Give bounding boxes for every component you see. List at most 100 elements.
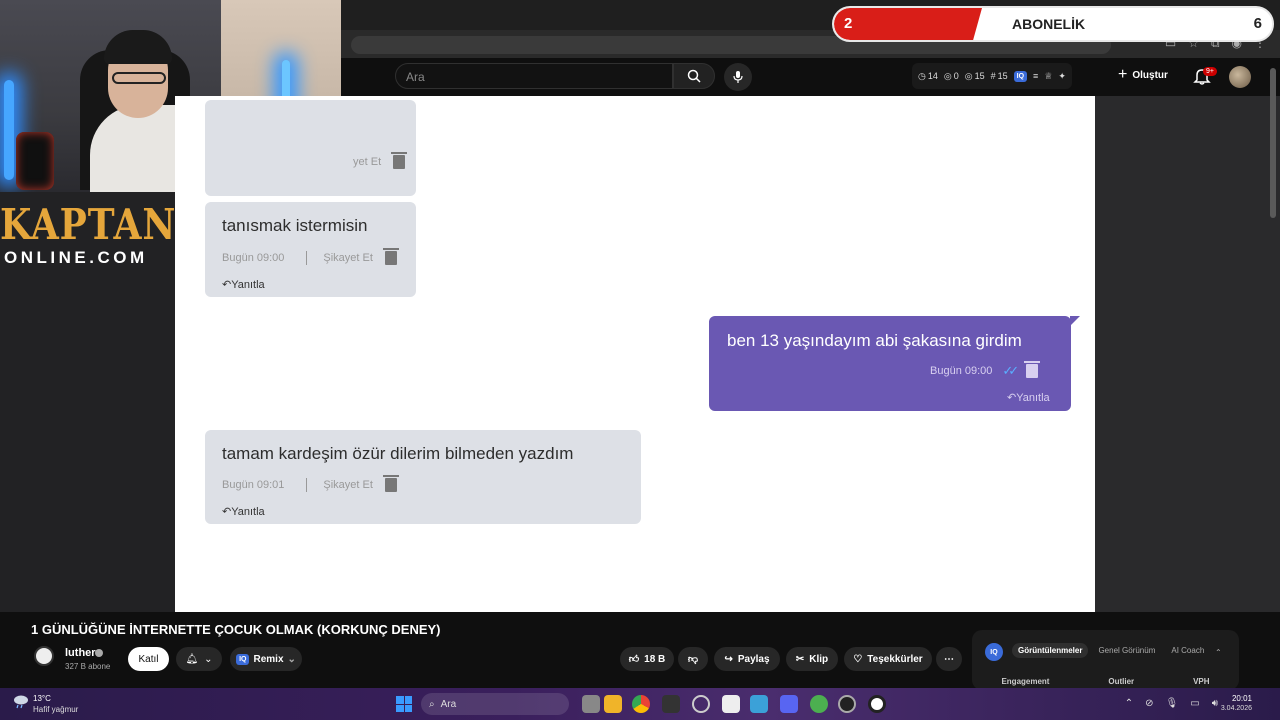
system-tray: ⌃ ⊘ 🎙︎ ▭ 🔊︎ xyxy=(1125,698,1218,709)
clock-time[interactable]: 20:01 xyxy=(1222,694,1252,703)
reply-link[interactable]: ↶Yanıtla xyxy=(1007,391,1050,404)
reply-icon: ↶ xyxy=(222,279,232,291)
voice-search-button[interactable] xyxy=(724,63,752,91)
eye-icon: ◎ xyxy=(964,70,973,81)
clock-date[interactable]: 3.04.2026 xyxy=(1214,705,1252,712)
bell-icon: 🔔︎ xyxy=(185,653,199,665)
page-scrollbar[interactable] xyxy=(1270,68,1276,218)
notification-count-badge: 9+ xyxy=(1203,67,1217,76)
more-icon: ⋯ xyxy=(944,653,954,665)
mic-tray-icon[interactable]: 🎙︎ xyxy=(1166,698,1179,709)
channel-avatar[interactable] xyxy=(34,646,54,666)
streamer-hair xyxy=(104,30,172,64)
app-icon[interactable] xyxy=(868,695,886,713)
chevron-down-icon: ⌄ xyxy=(204,653,213,665)
search-icon: ⌕ xyxy=(429,698,435,710)
report-link[interactable]: yet Et xyxy=(353,156,381,168)
remix-button[interactable]: IQ Remix ⌄ xyxy=(230,647,302,671)
verified-icon xyxy=(95,649,103,657)
column-engagement: Engagement xyxy=(1001,677,1050,686)
video-title: 1 GÜNLÜĞÜNE İNTERNETTE ÇOCUK OLMAK (KORK… xyxy=(31,622,441,637)
search-input[interactable]: Ara xyxy=(395,63,673,89)
video-player[interactable]: yet Et tanısmak istermisin Bugün 09:00 Ş… xyxy=(175,96,1095,612)
report-link[interactable]: Şikayet Et xyxy=(323,252,373,264)
message-text: tanısmak istermisin xyxy=(222,216,368,235)
read-receipt-icon: ✓✓ xyxy=(1002,363,1019,378)
like-button[interactable]: 👍︎ 18 B xyxy=(620,647,674,671)
sparkle-icon[interactable]: ✦ xyxy=(1058,71,1066,82)
windows-start-icon[interactable] xyxy=(396,696,412,712)
search-icon xyxy=(687,69,701,83)
chat-message-incoming: tamam kardeşim özür dilerim bilmeden yaz… xyxy=(205,430,641,524)
subscribe-notification-button[interactable]: 🔔︎ ⌄ xyxy=(176,647,222,671)
message-text: tamam kardeşim özür dilerim bilmeden yaz… xyxy=(222,444,574,463)
dislike-button[interactable]: 👎︎ xyxy=(678,647,708,671)
tab-overview[interactable]: Genel Görünüm xyxy=(1092,643,1161,658)
tab-ai-coach[interactable]: AI Coach xyxy=(1165,643,1210,658)
trash-icon[interactable] xyxy=(391,152,408,169)
divider xyxy=(306,251,308,265)
network-off-icon[interactable]: ⊘ xyxy=(1145,698,1153,709)
user-avatar[interactable] xyxy=(1229,66,1251,88)
tag-icon: # xyxy=(990,71,996,81)
weather-rain-icon[interactable] xyxy=(12,692,30,710)
battery-icon[interactable]: ▭ xyxy=(1190,698,1199,709)
iq-badge[interactable]: IQ xyxy=(1013,70,1028,82)
app-icon[interactable] xyxy=(722,695,740,713)
message-time: Bugün 09:00 xyxy=(222,252,285,264)
join-button[interactable]: Katıl xyxy=(128,647,169,671)
message-meta: Bugün 09:01 Şikayet Et xyxy=(222,475,399,492)
reply-link[interactable]: ↶Yanıtla xyxy=(222,505,265,518)
tab-views[interactable]: Görüntülenmeler xyxy=(1012,643,1089,658)
collapse-chevron-icon[interactable]: ⌃ xyxy=(1215,648,1222,657)
browser-icon[interactable] xyxy=(810,695,828,713)
subscription-progress-fill xyxy=(834,8,982,40)
discord-icon[interactable] xyxy=(780,695,798,713)
report-link[interactable]: Şikayet Et xyxy=(323,479,373,491)
clip-button[interactable]: ✂ Klip xyxy=(786,647,838,671)
plus-icon: + xyxy=(1118,66,1128,83)
scissors-icon: ✂ xyxy=(795,653,805,665)
vidiq-logo-icon: IQ xyxy=(985,643,1003,661)
logo-text-bottom: ONLINE.COM xyxy=(4,248,148,267)
app-icon[interactable] xyxy=(662,695,680,713)
trash-icon[interactable] xyxy=(382,475,399,492)
microphone-stand xyxy=(16,132,54,190)
taskbar-search[interactable]: ⌕ Ara xyxy=(421,693,569,715)
trash-icon[interactable] xyxy=(1024,361,1041,378)
thumbs-up-icon: 👍︎ xyxy=(628,654,640,665)
folder-icon[interactable] xyxy=(604,695,622,713)
thanks-button[interactable]: ♡ Teşekkürler xyxy=(844,647,932,671)
chat-message-incoming: tanısmak istermisin Bugün 09:00 Şikayet … xyxy=(205,202,416,297)
channel-name[interactable]: luther xyxy=(65,647,96,659)
crosshair-icon[interactable] xyxy=(692,695,710,713)
subscription-goal-overlay: 2 ABONELİK 6 xyxy=(832,6,1274,42)
reply-icon: ↶ xyxy=(1007,392,1017,404)
file-explorer-icon[interactable] xyxy=(582,695,600,713)
column-outlier: Outlier xyxy=(1108,677,1135,686)
message-text: ben 13 yaşındayım abi şakasına girdim xyxy=(727,331,1022,350)
reply-link[interactable]: ↶Yanıtla xyxy=(222,278,265,291)
extension-stats-bar: ◷ 14 ◎ 0 ◎ 15 #15 IQ ≡ ♕ ✦ xyxy=(912,63,1072,89)
weather-temperature: 13°C xyxy=(33,694,51,703)
trash-icon[interactable] xyxy=(382,248,399,265)
heart-dollar-icon: ♡ xyxy=(853,653,863,665)
search-button[interactable] xyxy=(673,63,715,89)
obs-icon[interactable] xyxy=(838,695,856,713)
create-button[interactable]: + Oluştur xyxy=(1118,66,1168,84)
message-meta: yet Et xyxy=(353,152,408,169)
more-actions-button[interactable]: ⋯ xyxy=(936,647,962,671)
analytics-columns: Engagement Outlier VPH xyxy=(972,677,1239,686)
kaptan-online-logo: KAPTAN ONLINE.COM xyxy=(0,202,175,270)
thumbs-down-icon: 👎︎ xyxy=(687,654,699,665)
app-icon[interactable] xyxy=(750,695,768,713)
share-button[interactable]: ↪ Paylaş xyxy=(714,647,780,671)
divider xyxy=(306,478,308,492)
list-icon[interactable]: ≡ xyxy=(1033,71,1038,81)
trophy-icon[interactable]: ♕ xyxy=(1044,71,1052,82)
chrome-icon[interactable] xyxy=(632,695,650,713)
subscription-current-value: 2 xyxy=(844,15,853,32)
chevron-up-icon[interactable]: ⌃ xyxy=(1125,698,1133,709)
chat-message-incoming: yet Et xyxy=(205,100,416,196)
stat-tags: #15 xyxy=(990,71,1008,81)
